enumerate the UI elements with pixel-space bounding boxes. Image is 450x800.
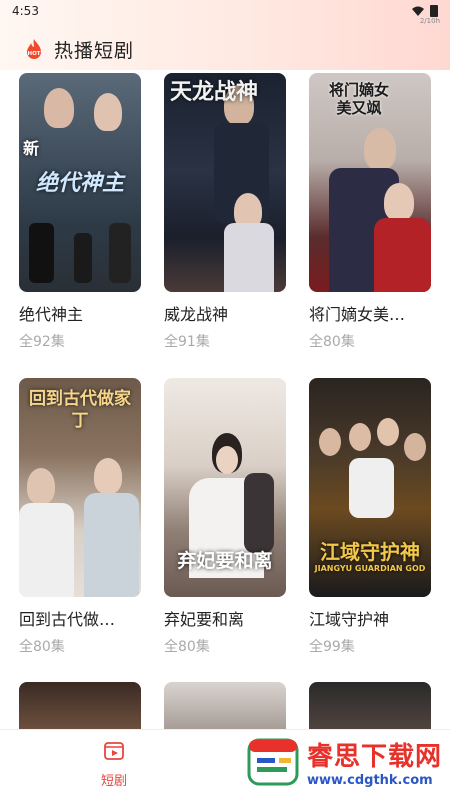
episode-count: 全91集 [164,334,210,350]
svg-text:HOT: HOT [27,51,40,57]
episode-count: 全99集 [309,639,355,655]
drama-title: 回到古代做… [19,610,116,629]
tab-label: 短剧 [100,774,127,789]
watermark: 睿思下载网 www.cdgthk.com [245,734,442,790]
drama-poster[interactable]: 江域守护神 JIANGYU GUARDIAN GOD [309,378,431,597]
tab-short-drama[interactable]: 短剧 [92,740,136,789]
poster-title: 绝代神主 [35,170,124,196]
drama-card[interactable]: 弃妃要和离 弃妃要和离 全80集 [164,378,286,683]
drama-card[interactable]: 绝代神主 新 绝代神主 全92集 [19,73,141,378]
poster-subtitle: JIANGYU GUARDIAN GOD [314,564,426,573]
play-video-icon [104,742,124,760]
hot-flame-icon: HOT [27,38,41,59]
poster-title: 江域守护神 [320,540,420,564]
drama-card[interactable]: 江域守护神 JIANGYU GUARDIAN GOD 江域守护神 全99集 [309,378,431,683]
drama-poster[interactable]: 将门嫡女美又飒 [309,73,431,292]
watermark-logo-icon [247,738,299,786]
status-time: 4:53 [12,4,39,18]
episode-count: 全92集 [19,334,65,350]
drama-poster[interactable]: 天龙战神 [164,73,286,292]
poster-title: 回到古代做家丁 [29,389,131,431]
battery-icon [430,5,438,17]
drama-poster[interactable]: 回到古代做家丁 [19,378,141,597]
drama-title: 弃妃要和离 [164,610,245,629]
drama-poster[interactable]: 绝代神主 新 [19,73,141,292]
page-title: 热播短剧 [54,40,135,62]
episode-count: 全80集 [309,334,355,350]
episode-count: 全80集 [164,639,210,655]
poster-title: 弃妃要和离 [177,550,273,572]
wifi-icon [412,6,424,16]
status-bar: 4:53 [0,0,450,22]
drama-title: 江域守护神 [309,610,390,629]
drama-poster[interactable]: 弃妃要和离 [164,378,286,597]
drama-title: 将门嫡女美… [309,305,406,324]
episode-count: 全80集 [19,639,65,655]
section-header: HOT 热播短剧 [22,36,134,63]
poster-title: 将门嫡女美又飒 [329,81,390,117]
status-small-label: 2/10h [419,17,440,25]
status-icons [412,5,438,17]
watermark-title: 睿思下载网 [306,742,442,772]
watermark-url: www.cdgthk.com [306,773,433,788]
poster-title: 天龙战神 [170,79,259,105]
drama-card[interactable]: 回到古代做家丁 回到古代做… 全80集 [19,378,141,683]
drama-card[interactable]: 将门嫡女美又飒 将门嫡女美… 全80集 [309,73,431,378]
drama-card[interactable]: 天龙战神 威龙战神 全91集 [164,73,286,378]
drama-title: 绝代神主 [19,305,84,324]
poster-subtitle: 新 [23,139,40,158]
drama-grid: 绝代神主 新 绝代神主 全92集 天龙战神 威龙战神 全91集 将门嫡女美又飒 … [19,73,431,683]
drama-title: 威龙战神 [164,305,229,324]
